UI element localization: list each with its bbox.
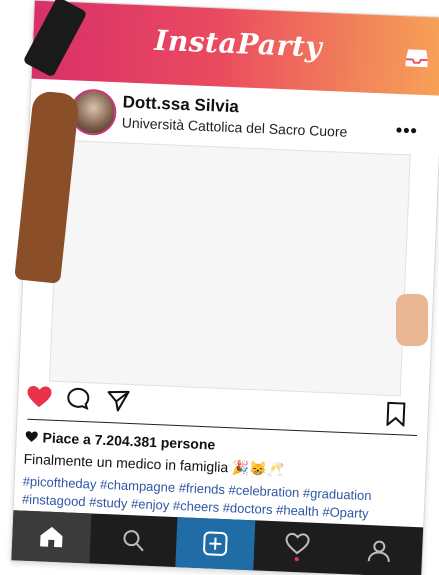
nav-search[interactable] xyxy=(93,514,173,567)
send-icon[interactable] xyxy=(106,388,131,413)
nav-activity[interactable] xyxy=(257,521,337,574)
add-post-icon xyxy=(203,531,228,556)
comment-icon[interactable] xyxy=(66,386,91,411)
search-icon xyxy=(123,530,144,552)
photo-scene: InstaParty Dott.ssa Silvia Università Ca… xyxy=(0,0,439,575)
likes-text: Piace a 7.204.381 persone xyxy=(42,429,216,453)
person-hand xyxy=(396,294,428,346)
instagram-frame-prop: InstaParty Dott.ssa Silvia Università Ca… xyxy=(10,0,439,575)
location-label: Università Cattolica del Sacro Cuore xyxy=(121,114,348,140)
app-logo: InstaParty xyxy=(153,23,323,64)
more-options-icon[interactable]: ••• xyxy=(395,120,418,142)
nav-profile[interactable] xyxy=(339,524,419,575)
post-photo-area xyxy=(48,139,411,397)
nav-add-post[interactable] xyxy=(175,517,256,571)
bookmark-icon[interactable] xyxy=(385,401,406,427)
likes-count[interactable]: Piace a 7.204.381 persone xyxy=(24,429,216,453)
inbox-icon[interactable] xyxy=(404,46,429,69)
username[interactable]: Dott.ssa Silvia xyxy=(122,92,239,117)
nav-home[interactable] xyxy=(11,510,92,564)
profile-icon xyxy=(367,540,390,563)
activity-icon xyxy=(285,532,310,562)
heart-icon xyxy=(25,431,38,442)
home-icon xyxy=(40,526,63,548)
heart-icon[interactable] xyxy=(26,385,53,410)
